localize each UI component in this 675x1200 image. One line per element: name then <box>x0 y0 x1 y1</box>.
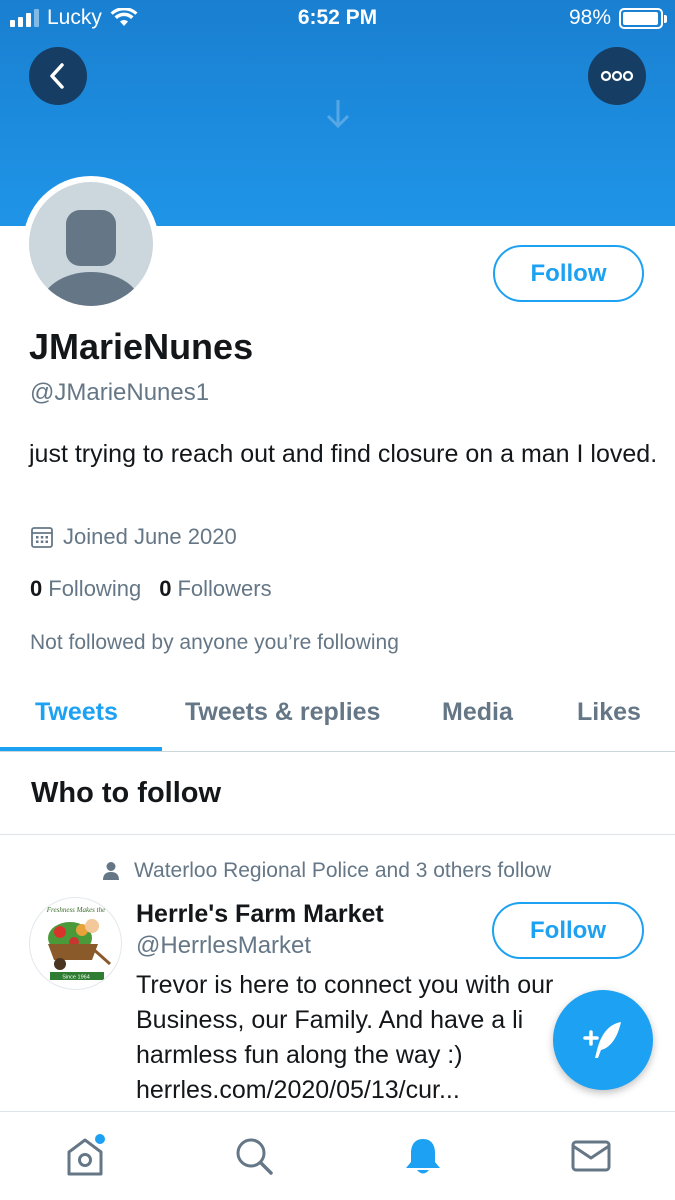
home-icon <box>67 1134 105 1176</box>
followers-label: Followers <box>177 576 272 601</box>
following-count: 0 <box>30 576 43 601</box>
battery-percent: 98% <box>568 6 611 29</box>
status-bar: Lucky 6:52 PM 98% <box>0 0 675 38</box>
suggestion-avatar[interactable]: Freshness Makes the Since 1964 <box>29 897 122 990</box>
active-tab-indicator <box>0 747 162 751</box>
tab-likes[interactable]: Likes <box>577 698 641 727</box>
profile-bio: just trying to reach out and find closur… <box>29 440 658 468</box>
nav-search[interactable] <box>232 1134 276 1178</box>
search-icon <box>236 1138 273 1175</box>
joined-label: Joined June 2020 <box>63 524 237 549</box>
social-context-text: Waterloo Regional Police and 3 others fo… <box>134 859 552 882</box>
profile-avatar[interactable] <box>23 176 159 312</box>
divider <box>0 834 675 835</box>
avatar-since: Since 1964 <box>62 975 90 981</box>
avatar-tagline: Freshness Makes the <box>46 906 105 914</box>
notifications-icon <box>406 1139 440 1174</box>
suggestion-bio-link[interactable]: herrles.com/2020/05/13/cur... <box>136 1073 636 1108</box>
follow-button[interactable]: Follow <box>493 245 644 302</box>
suggestion-name[interactable]: Herrle's Farm Market <box>136 900 384 929</box>
user-handle: @JMarieNunes1 <box>30 379 210 406</box>
compose-tweet-button[interactable] <box>553 990 653 1090</box>
tab-tweets-replies[interactable]: Tweets & replies <box>185 698 380 727</box>
who-to-follow-title: Who to follow <box>31 777 222 809</box>
nav-messages[interactable] <box>569 1134 613 1178</box>
compose-feather-icon <box>583 1022 621 1058</box>
more-options-button[interactable] <box>588 47 646 105</box>
tab-media[interactable]: Media <box>442 698 513 727</box>
social-context: Waterloo Regional Police and 3 others fo… <box>102 859 551 883</box>
back-button[interactable] <box>29 47 87 105</box>
follow-counts: 0 Following 0 Followers <box>30 576 272 602</box>
more-options-icon <box>600 70 634 82</box>
followers-count: 0 <box>159 576 172 601</box>
default-avatar-icon <box>29 182 153 306</box>
profile-tabs: Tweets Tweets & replies Media Likes <box>0 680 675 752</box>
battery-group: 98% <box>568 6 667 30</box>
followers-count-link[interactable]: 0 Followers <box>159 576 271 602</box>
display-name: JMarieNunes <box>29 326 254 367</box>
nav-notifications[interactable] <box>401 1134 445 1178</box>
joined-date: Joined June 2020 <box>30 524 237 550</box>
nav-home[interactable] <box>63 1134 107 1178</box>
person-icon <box>103 862 119 880</box>
follow-suggestion-button[interactable]: Follow <box>492 902 644 959</box>
following-count-link[interactable]: 0 Following <box>30 576 141 602</box>
not-followed-notice: Not followed by anyone you’re following <box>30 631 399 654</box>
suggestion-handle: @HerrlesMarket <box>136 932 312 959</box>
back-arrow-icon <box>50 63 64 89</box>
pull-refresh-arrow-icon <box>326 100 350 129</box>
calendar-icon <box>31 527 53 548</box>
suggestion-bio-line: Trevor is here to connect you with our <box>136 971 554 999</box>
messages-icon <box>571 1140 611 1172</box>
battery-icon <box>619 7 667 29</box>
tab-tweets[interactable]: Tweets <box>35 698 118 727</box>
bottom-navigation <box>0 1111 675 1200</box>
following-label: Following <box>48 576 142 601</box>
